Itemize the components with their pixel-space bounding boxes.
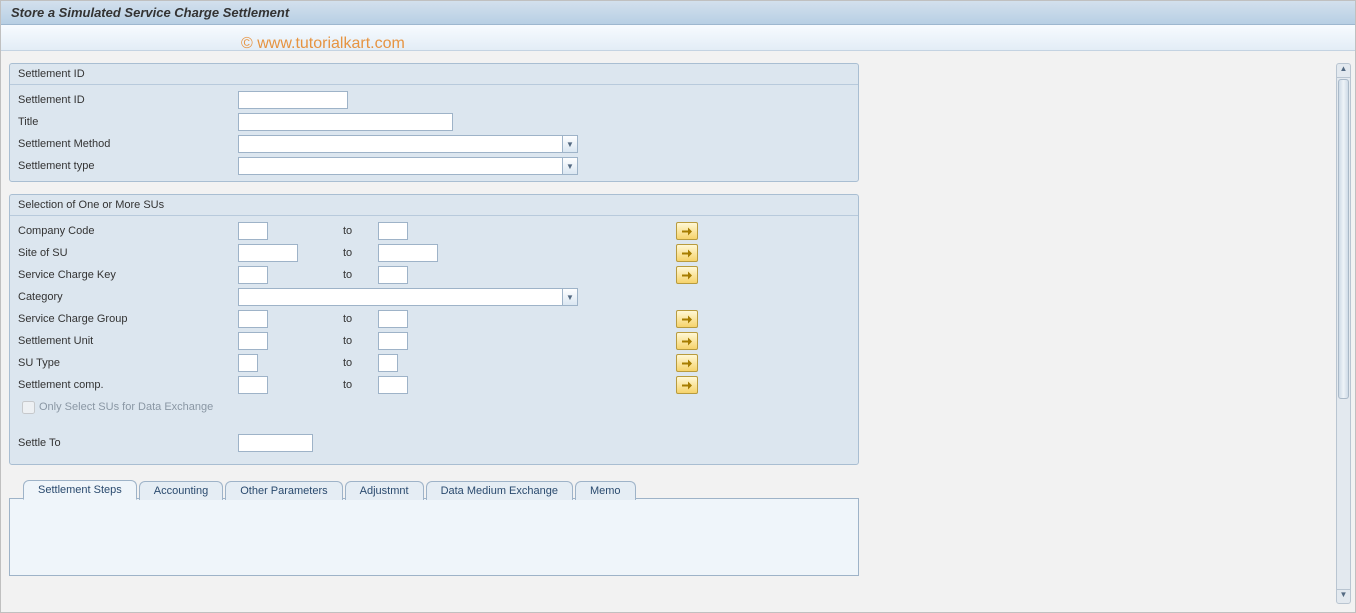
to-label: to xyxy=(338,225,378,237)
application-toolbar xyxy=(1,25,1355,51)
company-code-from-input[interactable] xyxy=(238,222,268,240)
panel-settlement-id: Settlement ID Settlement ID Title Settle… xyxy=(9,63,859,182)
panel-body-settlement-id: Settlement ID Title Settlement Method ▼ … xyxy=(10,85,858,181)
title-bar: Store a Simulated Service Charge Settlem… xyxy=(1,1,1355,25)
to-label: to xyxy=(338,313,378,325)
category-label: Category xyxy=(18,291,238,303)
group-to-input[interactable] xyxy=(378,310,408,328)
tab-accounting[interactable]: Accounting xyxy=(139,481,223,500)
site-to-input[interactable] xyxy=(378,244,438,262)
to-label: to xyxy=(338,247,378,259)
arrow-right-icon xyxy=(682,249,692,258)
to-label: to xyxy=(338,335,378,347)
scrollbar-thumb[interactable] xyxy=(1338,79,1349,399)
arrow-right-icon xyxy=(682,337,692,346)
arrow-right-icon xyxy=(682,359,692,368)
scroll-up-icon[interactable]: ▲ xyxy=(1337,64,1350,78)
panel-selection-sus: Selection of One or More SUs Company Cod… xyxy=(9,194,859,465)
company-code-to-input[interactable] xyxy=(378,222,408,240)
arrow-right-icon xyxy=(682,381,692,390)
arrow-right-icon xyxy=(682,227,692,236)
group-from-input[interactable] xyxy=(238,310,268,328)
chevron-down-icon: ▼ xyxy=(562,158,577,174)
settlement-id-input[interactable] xyxy=(238,91,348,109)
panel-header-settlement-id: Settlement ID xyxy=(10,64,858,85)
tab-other-parameters[interactable]: Other Parameters xyxy=(225,481,342,500)
settlement-method-label: Settlement Method xyxy=(18,138,238,150)
company-code-multi-button[interactable] xyxy=(676,222,698,240)
title-label: Title xyxy=(18,116,238,128)
tab-content xyxy=(9,498,859,576)
title-input[interactable] xyxy=(238,113,453,131)
content-area: Settlement ID Settlement ID Title Settle… xyxy=(9,63,1333,606)
page-title: Store a Simulated Service Charge Settlem… xyxy=(11,5,289,20)
unit-multi-button[interactable] xyxy=(676,332,698,350)
comp-multi-button[interactable] xyxy=(676,376,698,394)
settlement-comp-label: Settlement comp. xyxy=(18,379,238,391)
settlement-type-dropdown[interactable]: ▼ xyxy=(238,157,578,175)
service-charge-group-label: Service Charge Group xyxy=(18,313,238,325)
site-multi-button[interactable] xyxy=(676,244,698,262)
service-charge-key-label: Service Charge Key xyxy=(18,269,238,281)
company-code-label: Company Code xyxy=(18,225,238,237)
tab-memo[interactable]: Memo xyxy=(575,481,636,500)
scroll-down-icon[interactable]: ▼ xyxy=(1337,589,1350,603)
to-label: to xyxy=(338,269,378,281)
group-multi-button[interactable] xyxy=(676,310,698,328)
chevron-down-icon: ▼ xyxy=(562,136,577,152)
key-multi-button[interactable] xyxy=(676,266,698,284)
comp-to-input[interactable] xyxy=(378,376,408,394)
chevron-down-icon: ▼ xyxy=(562,289,577,305)
app-window: Store a Simulated Service Charge Settlem… xyxy=(0,0,1356,613)
panel-header-selection-sus: Selection of One or More SUs xyxy=(10,195,858,216)
tab-adjustmnt[interactable]: Adjustmnt xyxy=(345,481,424,500)
settlement-unit-label: Settlement Unit xyxy=(18,335,238,347)
to-label: to xyxy=(338,357,378,369)
vertical-scrollbar[interactable]: ▲ ▼ xyxy=(1336,63,1351,604)
panel-body-selection-sus: Company Code to Site of SU to xyxy=(10,216,858,464)
settlement-method-dropdown[interactable]: ▼ xyxy=(238,135,578,153)
su-type-label: SU Type xyxy=(18,357,238,369)
settlement-type-label: Settlement type xyxy=(18,160,238,172)
tab-data-medium-exchange[interactable]: Data Medium Exchange xyxy=(426,481,573,500)
only-select-checkbox xyxy=(22,401,35,414)
settlement-id-label: Settlement ID xyxy=(18,94,238,106)
settle-to-label: Settle To xyxy=(18,437,238,449)
tab-strip: Settlement Steps Accounting Other Parame… xyxy=(9,477,859,499)
site-of-su-label: Site of SU xyxy=(18,247,238,259)
su-type-multi-button[interactable] xyxy=(676,354,698,372)
site-from-input[interactable] xyxy=(238,244,298,262)
settle-to-input[interactable] xyxy=(238,434,313,452)
unit-from-input[interactable] xyxy=(238,332,268,350)
su-type-to-input[interactable] xyxy=(378,354,398,372)
arrow-right-icon xyxy=(682,271,692,280)
su-type-from-input[interactable] xyxy=(238,354,258,372)
key-to-input[interactable] xyxy=(378,266,408,284)
category-dropdown[interactable]: ▼ xyxy=(238,288,578,306)
tab-settlement-steps[interactable]: Settlement Steps xyxy=(23,480,137,500)
comp-from-input[interactable] xyxy=(238,376,268,394)
unit-to-input[interactable] xyxy=(378,332,408,350)
only-select-row: Only Select SUs for Data Exchange xyxy=(10,396,858,418)
to-label: to xyxy=(338,379,378,391)
arrow-right-icon xyxy=(682,315,692,324)
only-select-label: Only Select SUs for Data Exchange xyxy=(39,401,213,413)
key-from-input[interactable] xyxy=(238,266,268,284)
